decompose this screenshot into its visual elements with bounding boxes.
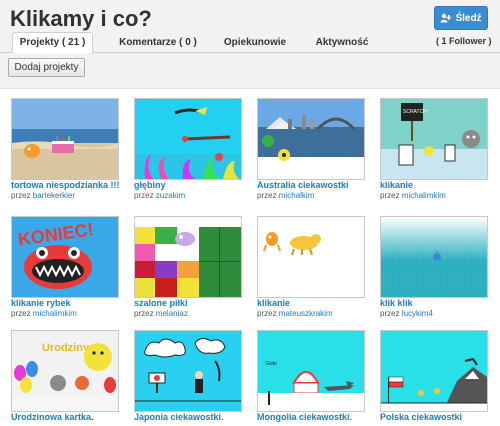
- by-prefix: przez: [380, 191, 400, 200]
- user-plus-icon: [440, 13, 452, 23]
- project-thumbnail[interactable]: KONIEC!: [11, 216, 119, 298]
- project-author-line: przez bartekerkier: [11, 191, 75, 200]
- project-author-line: przez zuzakim: [134, 191, 185, 200]
- by-prefix: przez: [134, 309, 154, 318]
- project-thumbnail[interactable]: [134, 216, 242, 298]
- project-title[interactable]: Polska ciekawostki: [380, 412, 500, 422]
- project-thumbnail[interactable]: [380, 216, 488, 298]
- tab-label: Aktywność: [315, 36, 369, 48]
- project-title[interactable]: Mongolia ciekawostki.: [257, 412, 377, 422]
- by-prefix: przez: [11, 191, 31, 200]
- project-title[interactable]: klikanie: [257, 298, 377, 308]
- project-author-line: przez mateuszkrakim: [257, 309, 333, 318]
- add-projects-button[interactable]: Dodaj projekty: [8, 58, 85, 77]
- by-prefix: przez: [257, 309, 277, 318]
- author-link[interactable]: bartekerkier: [33, 191, 75, 200]
- project-title[interactable]: głębiny: [134, 180, 254, 190]
- project-title[interactable]: Urodzinowa kartka.: [11, 412, 131, 422]
- author-link[interactable]: melaniaz: [156, 309, 188, 318]
- tab-label: Opiekunowie: [223, 36, 287, 48]
- page-title: Klikamy i co?: [10, 6, 152, 31]
- author-link[interactable]: michalimkim: [402, 191, 446, 200]
- project-thumbnail[interactable]: Urodziny: [11, 330, 119, 412]
- project-thumbnail[interactable]: [257, 216, 365, 298]
- project-title[interactable]: tortowa niespodzianka !!!: [11, 180, 131, 190]
- project-author-line: przez michalkim: [257, 191, 314, 200]
- author-link[interactable]: mateuszkrakim: [279, 309, 333, 318]
- tab-activity[interactable]: Aktywność: [304, 32, 380, 52]
- project-title[interactable]: szalone piłki: [134, 298, 254, 308]
- by-prefix: przez: [11, 309, 31, 318]
- project-author-line: przez michalimkim: [11, 309, 77, 318]
- project-title[interactable]: klikanie: [380, 180, 500, 190]
- project-thumbnail[interactable]: [11, 98, 119, 180]
- author-link[interactable]: michalkim: [279, 191, 315, 200]
- project-author-line: przez michalimkim: [380, 191, 446, 200]
- project-author-line: przez melaniaz: [134, 309, 188, 318]
- tab-label: Projekty ( 21 ): [19, 37, 86, 48]
- followers-count: ( 1 Follower ): [436, 36, 492, 46]
- author-link[interactable]: zuzakim: [156, 191, 185, 200]
- project-thumbnail[interactable]: SCRATCH: [380, 98, 488, 180]
- project-title[interactable]: klikanie rybek: [11, 298, 131, 308]
- project-title[interactable]: Japonia ciekawostki.: [134, 412, 254, 422]
- by-prefix: przez: [257, 191, 277, 200]
- urodziny-text: Urodziny: [42, 342, 90, 354]
- by-prefix: przez: [380, 309, 400, 318]
- project-thumbnail[interactable]: [380, 330, 488, 412]
- project-thumbnail[interactable]: [134, 98, 242, 180]
- by-prefix: przez: [134, 191, 154, 200]
- tab-comments[interactable]: Komentarze ( 0 ): [112, 32, 204, 52]
- project-thumbnail[interactable]: [134, 330, 242, 412]
- author-link[interactable]: michalimkim: [33, 309, 77, 318]
- gobi-text: Gobi: [266, 361, 277, 367]
- follow-label: Śledź: [455, 12, 482, 24]
- header-separator: [0, 88, 500, 89]
- tab-projects[interactable]: Projekty ( 21 ): [12, 32, 93, 53]
- project-title[interactable]: klik klik: [380, 298, 500, 308]
- tab-label: Komentarze ( 0 ): [119, 36, 197, 48]
- project-title[interactable]: Australia ciekawostki: [257, 180, 377, 190]
- project-author-line: przez lucykim4: [380, 309, 433, 318]
- project-thumbnail[interactable]: [257, 98, 365, 180]
- tab-curators[interactable]: Opiekunowie: [216, 32, 294, 52]
- sign-text: SCRATCH: [403, 109, 427, 115]
- follow-button[interactable]: Śledź: [434, 6, 488, 30]
- project-thumbnail[interactable]: Gobi: [257, 330, 365, 412]
- author-link[interactable]: lucykim4: [402, 309, 433, 318]
